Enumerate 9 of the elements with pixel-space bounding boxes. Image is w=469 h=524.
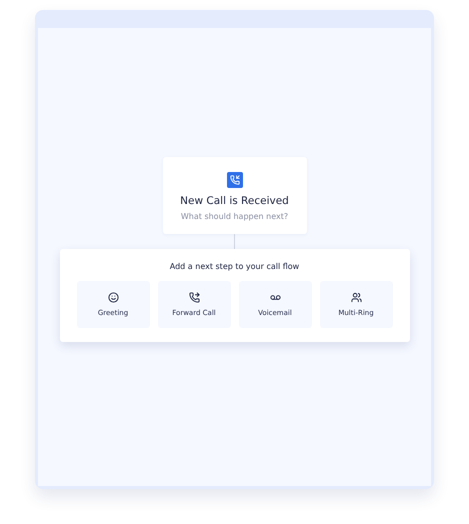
- phone-icon: [188, 292, 200, 303]
- panel-heading: Add a next step to your call flow: [170, 262, 300, 271]
- smiley-icon: [108, 292, 118, 303]
- people-icon: [350, 292, 362, 303]
- trigger-title: New Call is Received: [180, 195, 289, 207]
- voicemail-icon: [270, 292, 280, 303]
- trigger-subtitle: What should happen next?: [180, 212, 288, 221]
- incoming-call-icon: [226, 172, 242, 188]
- connector-line: [234, 234, 235, 249]
